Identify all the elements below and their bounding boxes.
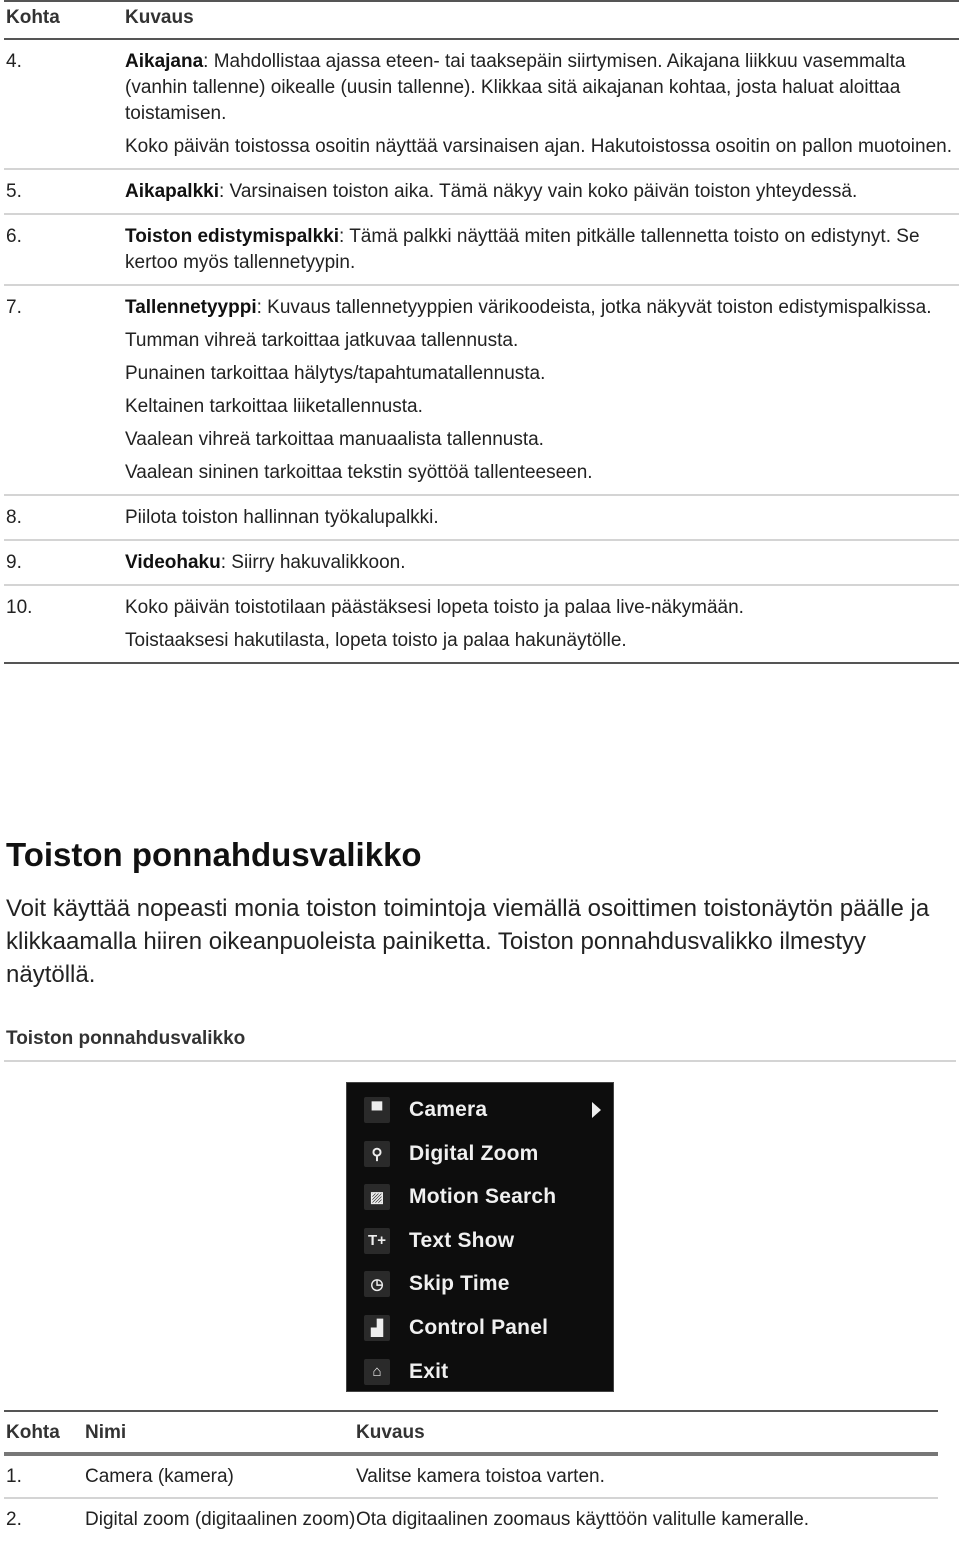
section-intro: Voit käyttää nopeasti monia toiston toim… xyxy=(6,895,930,988)
zoom-icon: ⚲ xyxy=(364,1140,390,1167)
row-term: Aikajana xyxy=(125,51,204,72)
row-name: Camera (kamera) xyxy=(85,1466,234,1487)
row-description: Aikapalkki: Varsinaisen toiston aika. Tä… xyxy=(125,179,959,205)
exit-icon: ⌂ xyxy=(364,1358,390,1385)
header-item: Kohta xyxy=(6,1422,60,1443)
row-description: Videohaku: Siirry hakuvalikkoon. xyxy=(125,550,959,576)
row-note: Vaalean vihreä tarkoittaa manuaalista ta… xyxy=(125,429,544,450)
menu-item-label: Digital Zoom xyxy=(409,1141,539,1165)
clock-icon: ◷ xyxy=(364,1271,390,1298)
table-row: 9. Videohaku: Siirry hakuvalikkoon. xyxy=(4,541,959,584)
menu-item-control-panel[interactable]: ▟ Control Panel xyxy=(347,1308,613,1348)
row-text: Videohaku: Siirry hakuvalikkoon. xyxy=(125,550,959,576)
row-number: 9. xyxy=(6,552,22,573)
description-table: Kohta Kuvaus 4. Aikajana: Mahdollistaa aj… xyxy=(4,0,959,664)
row-text: Toiston edistymispalkki: Tämä palkki näy… xyxy=(125,224,959,276)
row-description: Valitse kamera toistoa varten. xyxy=(356,1466,605,1487)
menu-item-camera[interactable]: ▀ Camera xyxy=(347,1090,613,1130)
row-number: 10. xyxy=(6,597,33,618)
menu-item-skip-time[interactable]: ◷ Skip Time xyxy=(347,1264,613,1304)
row-note: Vaalean sininen tarkoittaa tekstin syött… xyxy=(125,462,593,483)
menu-item-label: Text Show xyxy=(409,1228,515,1252)
text-show-icon: T+ xyxy=(364,1227,390,1254)
row-number: 7. xyxy=(6,297,22,318)
row-number: 8. xyxy=(6,507,22,528)
header-name: Nimi xyxy=(85,1422,127,1443)
menu-item-label: Exit xyxy=(409,1359,449,1383)
motion-search-icon: ▨ xyxy=(364,1184,390,1211)
table-row: 6. Toiston edistymispalkki: Tämä palkki n… xyxy=(4,215,959,284)
submenu-arrow-icon xyxy=(592,1102,601,1118)
playback-popup-menu: ▀ Camera ⚲ Digital Zoom ▨ Motion Search T+ Text… xyxy=(346,1082,614,1392)
menu-item-label: Camera xyxy=(409,1098,488,1121)
row-text: Koko päivän toistotilaan päästäksesi lop… xyxy=(125,595,959,621)
menu-items-table: Kohta Nimi Kuvaus 1. Camera (kamera) Valit… xyxy=(4,1410,938,1540)
row-body: : Kuvaus tallennetyyppien värikoodeista,… xyxy=(256,297,932,318)
figure-caption: Toiston ponnahdusvalikko xyxy=(6,1028,246,1049)
table-row: 1. Camera (kamera) Valitse kamera toistoa … xyxy=(4,1456,938,1497)
row-number: 2. xyxy=(6,1509,22,1530)
menu-item-label: Control Panel xyxy=(409,1316,549,1339)
menu-item-exit[interactable]: ⌂ Exit xyxy=(347,1352,613,1392)
row-body: Piilota toiston hallinnan työkalupalkki. xyxy=(125,507,439,528)
row-description: Tallennetyyppi: Kuvaus tallennetyyppien … xyxy=(125,295,959,486)
row-note: Koko päivän toistossa osoitin näyttää va… xyxy=(125,136,953,157)
table-row: 5. Aikapalkki: Varsinaisen toiston aika. … xyxy=(4,170,959,213)
row-number: 4. xyxy=(6,51,22,72)
menu-item-label: Skip Time xyxy=(409,1272,510,1296)
row-description: Piilota toiston hallinnan työkalupalkki. xyxy=(125,505,959,531)
menu-item-text-show[interactable]: T+ Text Show xyxy=(347,1221,613,1261)
row-number: 1. xyxy=(6,1466,22,1487)
row-description: Ota digitaalinen zoomaus käyttöön valitu… xyxy=(356,1509,810,1530)
row-term: Videohaku xyxy=(125,552,221,573)
table-row: 8. Piilota toiston hallinnan työkalupalkk… xyxy=(4,496,959,539)
header-description: Kuvaus xyxy=(356,1422,425,1443)
table-header: Kohta Kuvaus xyxy=(4,2,959,38)
row-description: Toiston edistymispalkki: Tämä palkki näy… xyxy=(125,224,959,276)
row-body: : Siirry hakuvalikkoon. xyxy=(220,552,406,573)
table-bottom-rule xyxy=(4,662,959,664)
row-text: Aikapalkki: Varsinaisen toiston aika. Tä… xyxy=(125,179,959,205)
row-note: Keltainen tarkoittaa liiketallennusta. xyxy=(125,396,423,417)
control-panel-icon: ▟ xyxy=(364,1315,390,1341)
row-name: Digital zoom (digitaalinen zoom) xyxy=(85,1509,356,1530)
row-description: Koko päivän toistotilaan päästäksesi lop… xyxy=(125,595,959,654)
caption-rule xyxy=(4,1060,956,1062)
row-number: 5. xyxy=(6,181,22,202)
header-description: Kuvaus xyxy=(125,7,194,28)
row-body: Koko päivän toistotilaan päästäksesi lop… xyxy=(125,597,744,618)
camera-icon: ▀ xyxy=(364,1097,390,1123)
header-item: Kohta xyxy=(6,7,60,28)
row-text: Tallennetyyppi: Kuvaus tallennetyyppien … xyxy=(125,295,959,321)
row-body: : Varsinaisen toiston aika. Tämä näkyy v… xyxy=(219,181,858,202)
table-row: 2. Digital zoom (digitaalinen zoom) Ota di… xyxy=(4,1499,938,1540)
row-description: Aikajana: Mahdollistaa ajassa eteen- tai… xyxy=(125,49,959,160)
menu-item-digital-zoom[interactable]: ⚲ Digital Zoom xyxy=(347,1134,613,1174)
row-note: Punainen tarkoittaa hälytys/tapahtumatal… xyxy=(125,363,546,384)
row-term: Aikapalkki xyxy=(125,181,219,202)
row-body: : Mahdollistaa ajassa eteen- tai taaksep… xyxy=(125,51,906,124)
row-term: Toiston edistymispalkki xyxy=(125,226,339,247)
menu-item-label: Motion Search xyxy=(409,1185,557,1209)
row-note: Tumman vihreä tarkoittaa jatkuvaa tallen… xyxy=(125,330,519,351)
table-row: 4. Aikajana: Mahdollistaa ajassa eteen- t… xyxy=(4,40,959,168)
menu-item-motion-search[interactable]: ▨ Motion Search xyxy=(347,1177,613,1217)
table-row: 7. Tallennetyyppi: Kuvaus tallennetyyppie… xyxy=(4,286,959,494)
row-text: Aikajana: Mahdollistaa ajassa eteen- tai… xyxy=(125,49,959,127)
table2-header: Kohta Nimi Kuvaus xyxy=(4,1412,938,1452)
section-title: Toiston ponnahdusvalikko xyxy=(6,836,422,873)
row-number: 6. xyxy=(6,226,22,247)
row-note: Toistaaksesi hakutilasta, lopeta toisto … xyxy=(125,630,627,651)
row-term: Tallennetyyppi xyxy=(125,297,257,318)
row-text: Piilota toiston hallinnan työkalupalkki. xyxy=(125,505,959,531)
table-row: 10. Koko päivän toistotilaan päästäksesi … xyxy=(4,586,959,662)
